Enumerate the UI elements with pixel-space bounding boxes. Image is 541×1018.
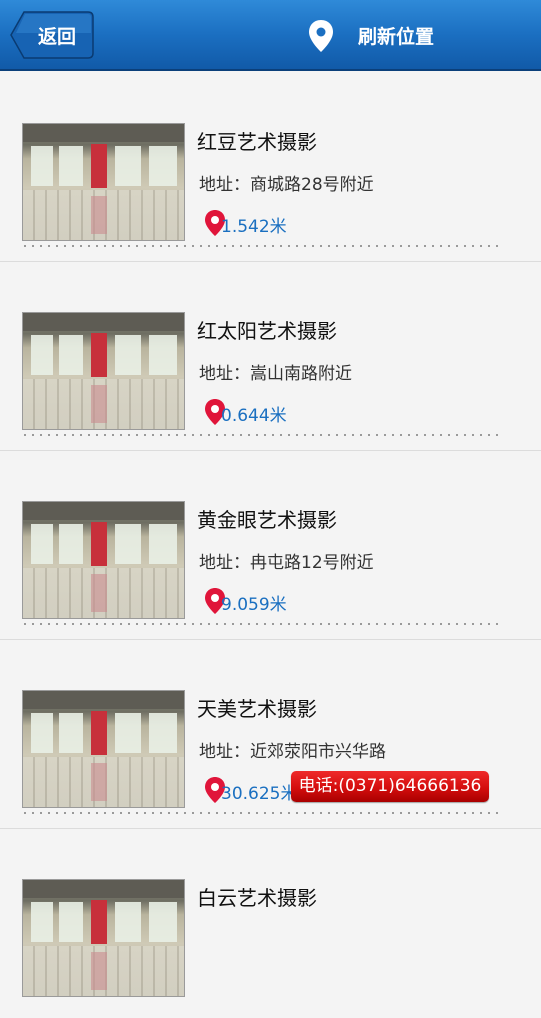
top-bar: 返回 刷新位置 xyxy=(0,0,541,71)
list-item[interactable]: 白云艺术摄影 xyxy=(0,829,541,1018)
store-address: 地址：嵩山南路附近 xyxy=(199,364,352,384)
dotted-divider xyxy=(24,812,502,814)
distance-label: 0.644米 xyxy=(221,406,287,426)
store-photo xyxy=(22,690,185,808)
store-name: 黄金眼艺术摄影 xyxy=(197,508,337,532)
dotted-divider xyxy=(24,245,502,247)
store-address: 地址：近郊荥阳市兴华路 xyxy=(199,742,386,762)
location-pin-icon xyxy=(309,20,333,52)
refresh-location-label: 刷新位置 xyxy=(358,26,435,48)
refresh-location-button[interactable]: 刷新位置 xyxy=(306,16,466,56)
distance-label: 9.059米 xyxy=(221,595,287,615)
distance-label: 30.625米 xyxy=(221,784,298,804)
store-name: 白云艺术摄影 xyxy=(197,886,317,910)
store-name: 天美艺术摄影 xyxy=(197,697,317,721)
store-photo xyxy=(22,123,185,241)
list-item[interactable]: 天美艺术摄影 地址：近郊荥阳市兴华路 30.625米 电话:(0371)6466… xyxy=(0,640,541,829)
store-address: 地址：冉屯路12号附近 xyxy=(199,553,374,573)
dotted-divider xyxy=(24,434,502,436)
store-name: 红太阳艺术摄影 xyxy=(197,319,337,343)
store-address: 地址：商城路28号附近 xyxy=(199,175,374,195)
list-item[interactable]: 红豆艺术摄影 地址：商城路28号附近 1.542米 xyxy=(0,73,541,262)
store-photo xyxy=(22,312,185,430)
store-list: 红豆艺术摄影 地址：商城路28号附近 1.542米 红太阳艺术摄影 地址：嵩山南… xyxy=(0,73,541,1018)
distance-label: 1.542米 xyxy=(221,217,287,237)
list-item[interactable]: 红太阳艺术摄影 地址：嵩山南路附近 0.644米 xyxy=(0,262,541,451)
store-photo xyxy=(22,879,185,997)
phone-call-button[interactable]: 电话:(0371)64666136 xyxy=(291,771,489,802)
dotted-divider xyxy=(24,623,502,625)
store-photo xyxy=(22,501,185,619)
store-name: 红豆艺术摄影 xyxy=(197,130,317,154)
back-button[interactable]: 返回 xyxy=(10,11,94,59)
back-label: 返回 xyxy=(38,26,77,48)
list-item[interactable]: 黄金眼艺术摄影 地址：冉屯路12号附近 9.059米 xyxy=(0,451,541,640)
